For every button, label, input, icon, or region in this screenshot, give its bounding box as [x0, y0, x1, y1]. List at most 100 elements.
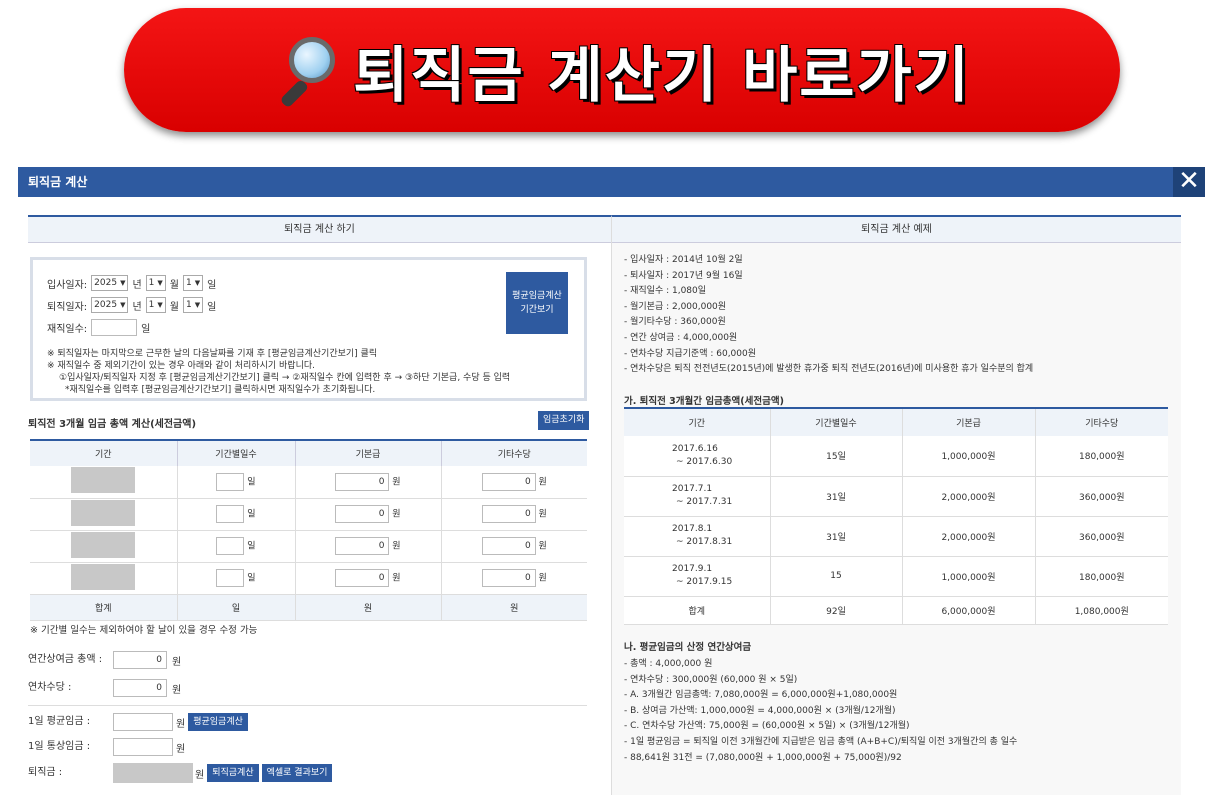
join-day-select[interactable]: 1 ▼ — [183, 275, 204, 291]
sum-label: 합계 — [624, 596, 771, 625]
severance-result — [113, 763, 193, 783]
table-row: 일 0 원 0 원 — [30, 466, 587, 499]
daily-avg-row: 1일 평균임금 : 원 평균임금계산 — [28, 713, 248, 731]
excel-result-button[interactable]: 엑셀로 결과보기 — [261, 764, 333, 782]
avg-period-button[interactable]: 평균임금계산 기간보기 — [506, 272, 568, 334]
list-item: - C. 연차수당 가산액: 75,000원 = (60,000원 × 5일) … — [624, 721, 910, 732]
chevron-down-icon: ▼ — [194, 301, 201, 309]
list-item: - 퇴사일자 : 2017년 9월 16일 — [624, 270, 743, 281]
table-row: 일 0 원 0 원 — [30, 530, 587, 563]
severance-calc-button[interactable]: 퇴직금계산 — [207, 764, 259, 782]
leave-year-select[interactable]: 2025 ▼ — [91, 297, 129, 313]
leave-date-label: 퇴직일자: — [47, 301, 88, 313]
example-panel-title: 퇴직금 계산 예제 — [612, 217, 1181, 243]
table-row: 2017.7.1 ~ 2017.7.31 31일 2,000,000원 360,0… — [624, 476, 1168, 517]
work-days-row: 재직일수: 일 — [47, 318, 150, 336]
col-base: 기본급 — [295, 439, 442, 466]
severance-row: 퇴직금 : 원 퇴직금계산 엑셀로 결과보기 — [28, 763, 333, 783]
other-input[interactable]: 0 — [481, 537, 536, 555]
leave-pay-label: 연차수당 : — [28, 682, 72, 693]
magnifier-icon — [273, 35, 343, 109]
table-row: 2017.6.16 ~ 2017.6.30 15일 1,000,000원 180,… — [624, 436, 1168, 477]
period-cell — [71, 563, 136, 590]
other-cell: 360,000원 — [1035, 476, 1168, 517]
example-info-list: - 입사일자 : 2014년 10월 2일 - 퇴사일자 : 2017년 9월 … — [624, 253, 1033, 378]
days-note: ※ 기간별 일수는 제외하여야 할 날이 있을 경우 수정 가능 — [30, 625, 258, 636]
daily-avg-label: 1일 평균임금 : — [28, 716, 91, 727]
section-b-title: 나. 평균임금의 산정 연간상여금 — [624, 642, 752, 653]
days-cell: 31일 — [770, 516, 903, 557]
bonus-input[interactable]: 0 — [113, 651, 167, 669]
leave-date-row: 퇴직일자: 2025 ▼ 년 1 ▼ 월 1 ▼ 일 — [47, 296, 216, 314]
daily-normal-input[interactable] — [113, 738, 173, 756]
other-input[interactable]: 0 — [481, 569, 536, 587]
other-input[interactable]: 0 — [481, 505, 536, 523]
wage-section-title: 퇴직전 3개월 임금 총액 계산(세전금액) — [28, 419, 197, 430]
list-item: - 입사일자 : 2014년 10월 2일 — [624, 255, 743, 265]
avg-wage-calc-button[interactable]: 평균임금계산 — [188, 713, 248, 731]
date-input-box: 입사일자: 2025 ▼ 년 1 ▼ 월 1 ▼ 일 퇴직일자: 2025 ▼ 년 1 ▼… — [30, 257, 587, 401]
day-unit: 일 — [207, 301, 217, 313]
table-row: 2017.8.1 ~ 2017.8.31 31일 2,000,000원 360,0… — [624, 516, 1168, 557]
days-cell: 31일 — [770, 476, 903, 517]
join-year-select[interactable]: 2025 ▼ — [91, 275, 129, 291]
table-row: 2017.9.1 ~ 2017.9.15 15 1,000,000원 180,00… — [624, 556, 1168, 597]
period-cell: 2017.7.1 ~ 2017.7.31 — [624, 476, 771, 517]
col-days: 기간별일수 — [177, 439, 296, 466]
close-icon[interactable]: ✕ — [1173, 167, 1205, 197]
sum-base: 6,000,000원 — [902, 596, 1036, 625]
list-item: - B. 상여금 가산액: 1,000,000원 = 4,000,000원 × … — [624, 705, 896, 716]
days-input[interactable] — [216, 569, 245, 587]
base-cell: 2,000,000원 — [902, 476, 1036, 517]
days-cell: 15 — [770, 556, 903, 597]
period-cell: 2017.9.1 ~ 2017.9.15 — [624, 556, 771, 597]
reset-wage-button[interactable]: 임금초기화 — [538, 411, 590, 430]
leave-pay-row: 연차수당 : 0 원 — [28, 679, 181, 697]
base-cell: 1,000,000원 — [902, 556, 1036, 597]
sum-days-unit: 일 — [177, 593, 296, 621]
table-row: 일 0 원 0 원 — [30, 498, 587, 531]
base-input[interactable]: 0 — [335, 537, 390, 555]
banner-text: 퇴직금 계산기 바로가기 — [353, 40, 971, 111]
example-wage-table: 기간 기간별일수 기본급 기타수당 2017.6.16 ~ 2017.6.30 1… — [624, 407, 1168, 625]
modal-header: 퇴직금 계산 ✕ — [18, 167, 1205, 197]
other-cell: 180,000원 — [1035, 436, 1168, 477]
days-input[interactable] — [216, 472, 245, 491]
sum-base-unit: 원 — [295, 593, 442, 621]
list-item: - 월기타수당 : 360,000원 — [624, 317, 726, 328]
leave-day-select[interactable]: 1 ▼ — [183, 297, 204, 313]
col-other: 기타수당 — [1035, 407, 1168, 436]
table-row: 일 0 원 0 원 — [30, 562, 587, 595]
list-item: - A. 3개월간 임금총액: 7,080,000원 = 6,000,000원+… — [624, 690, 898, 701]
col-period: 기간 — [624, 407, 771, 436]
base-cell: 2,000,000원 — [902, 516, 1036, 557]
base-input[interactable]: 0 — [335, 472, 390, 491]
work-days-input[interactable] — [91, 318, 138, 336]
days-input[interactable] — [216, 505, 245, 523]
base-input[interactable]: 0 — [335, 505, 390, 523]
list-item: - 재직일수 : 1,080일 — [624, 286, 707, 297]
divider — [28, 705, 587, 706]
days-input[interactable] — [216, 537, 245, 555]
col-days: 기간별일수 — [770, 407, 903, 436]
note-1: ※ 퇴직일자는 마지막으로 근무한 날의 다음날짜를 기재 후 [평균임금계산기… — [47, 349, 378, 359]
period-cell: 2017.8.1 ~ 2017.8.31 — [624, 516, 771, 557]
severance-calculator-shortcut-banner[interactable]: 퇴직금 계산기 바로가기 — [124, 8, 1120, 132]
wage-table: 기간 기간별일수 기본급 기타수당 일 0 원 0 원 일 0 원 0 원 일 — [30, 439, 587, 621]
other-input[interactable]: 0 — [481, 472, 536, 491]
list-item: - 연차수당 지급기준액 : 60,000원 — [624, 348, 757, 359]
daily-avg-input[interactable] — [113, 713, 173, 731]
join-month-select[interactable]: 1 ▼ — [145, 275, 166, 291]
leave-pay-input[interactable]: 0 — [113, 679, 167, 697]
bonus-row: 연간상여금 총액 : 0 원 — [28, 651, 181, 669]
chevron-down-icon: ▼ — [194, 279, 201, 287]
section-a-title: 가. 퇴직전 3개월간 임금총액(세전금액) — [624, 396, 784, 407]
modal-body: 퇴직금 계산 하기 입사일자: 2025 ▼ 년 1 ▼ 월 1 ▼ 일 퇴직일자: … — [18, 197, 1205, 795]
month-unit: 월 — [169, 301, 179, 313]
bonus-label: 연간상여금 총액 : — [28, 654, 103, 665]
leave-month-select[interactable]: 1 ▼ — [145, 297, 166, 313]
work-days-label: 재직일수: — [47, 323, 88, 335]
base-input[interactable]: 0 — [335, 569, 390, 587]
note-3: ①입사일자/퇴직일자 지정 후 [평균임금계산기간보기] 클릭 → ②재직일수 … — [59, 373, 511, 383]
other-cell: 180,000원 — [1035, 556, 1168, 597]
